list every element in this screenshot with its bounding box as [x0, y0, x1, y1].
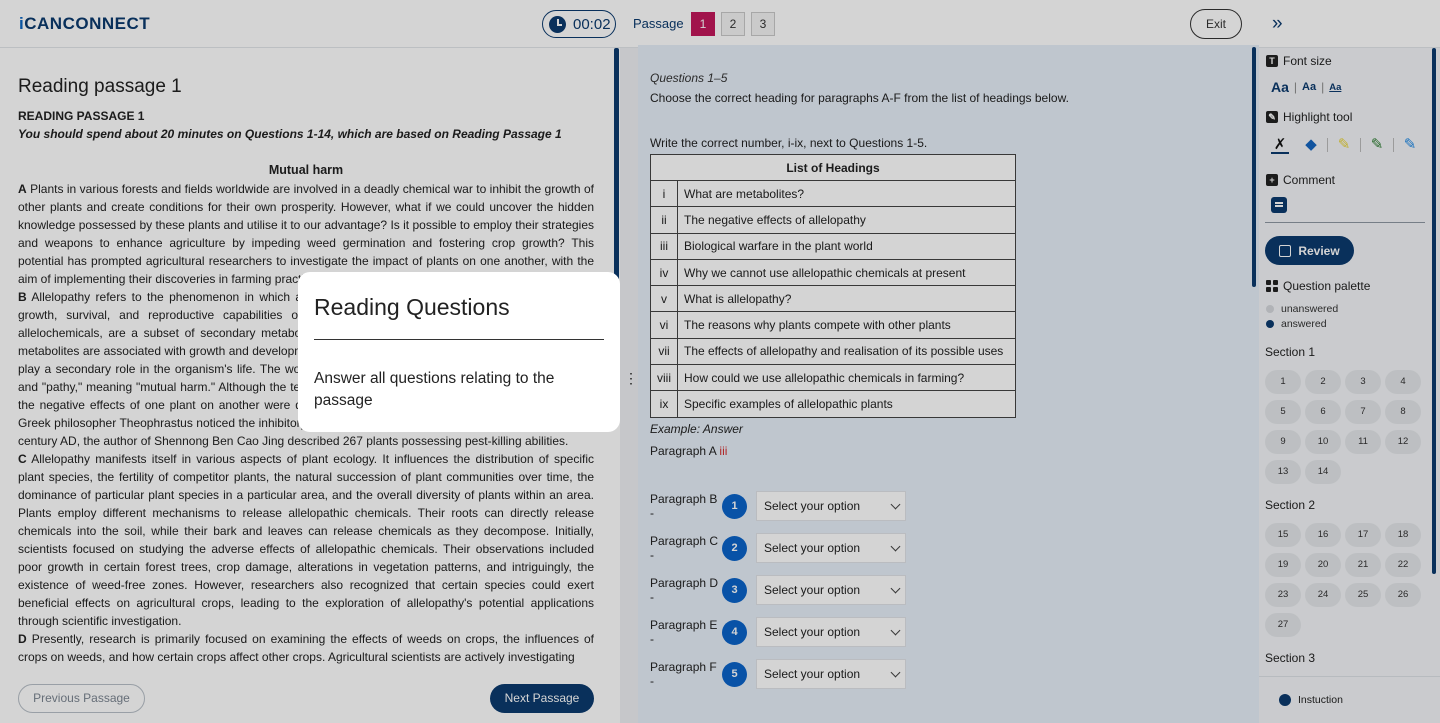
dialog-divider [314, 339, 604, 340]
modal-backdrop[interactable] [0, 0, 1440, 723]
reading-questions-dialog: Reading Questions Answer all questions r… [298, 272, 620, 432]
dialog-title: Reading Questions [314, 294, 510, 320]
dialog-body: Answer all questions relating to the pas… [314, 370, 555, 409]
